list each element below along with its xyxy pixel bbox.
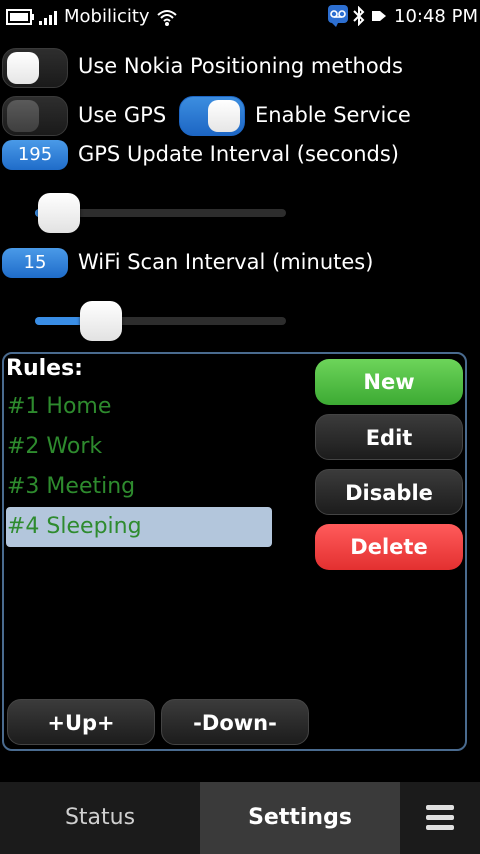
signal-icon bbox=[38, 8, 60, 30]
tab-settings[interactable]: Settings bbox=[200, 782, 400, 854]
gps-interval-label: GPS Update Interval (seconds) bbox=[78, 142, 399, 166]
wifi-interval-label: WiFi Scan Interval (minutes) bbox=[78, 250, 374, 274]
tab-status[interactable]: Status bbox=[0, 782, 200, 854]
rule-item[interactable]: #2 Work bbox=[6, 427, 272, 467]
rule-item[interactable]: #1 Home bbox=[6, 387, 272, 427]
rules-title: Rules: bbox=[6, 356, 83, 381]
toggle-knob bbox=[7, 52, 39, 84]
status-bar: Mobilicity 10:48 PM bbox=[0, 0, 480, 34]
use-gps-toggle[interactable] bbox=[2, 96, 68, 136]
battery-icon bbox=[6, 9, 36, 29]
nokia-positioning-toggle[interactable] bbox=[2, 48, 68, 88]
new-rule-button[interactable]: New bbox=[315, 359, 463, 405]
nokia-positioning-label: Use Nokia Positioning methods bbox=[78, 54, 403, 78]
enable-service-label: Enable Service bbox=[255, 103, 411, 127]
wifi-icon bbox=[156, 7, 178, 31]
menu-icon[interactable] bbox=[426, 805, 454, 831]
wifi-interval-slider[interactable] bbox=[35, 301, 286, 341]
disable-rule-button[interactable]: Disable bbox=[315, 469, 463, 515]
status-time: 10:48 PM bbox=[394, 6, 478, 27]
rule-item-selected[interactable]: #4 Sleeping bbox=[6, 507, 272, 547]
rule-item[interactable]: #3 Meeting bbox=[6, 467, 272, 507]
use-gps-label: Use GPS bbox=[78, 103, 167, 127]
move-down-button[interactable]: -Down- bbox=[161, 699, 309, 745]
gps-interval-value[interactable]: 195 bbox=[2, 140, 68, 170]
toggle-knob bbox=[208, 100, 240, 132]
notification-icon bbox=[370, 7, 388, 29]
bluetooth-icon bbox=[352, 5, 366, 30]
carrier-name: Mobilicity bbox=[64, 6, 150, 27]
edit-rule-button[interactable]: Edit bbox=[315, 414, 463, 460]
voicemail-icon bbox=[328, 5, 348, 31]
slider-thumb[interactable] bbox=[37, 193, 80, 233]
wifi-interval-value[interactable]: 15 bbox=[2, 248, 68, 278]
enable-service-toggle[interactable] bbox=[179, 96, 245, 136]
slider-thumb[interactable] bbox=[80, 301, 123, 341]
gps-interval-slider[interactable] bbox=[35, 193, 286, 233]
toggle-knob bbox=[7, 100, 39, 132]
delete-rule-button[interactable]: Delete bbox=[315, 524, 463, 570]
slider-track bbox=[35, 317, 286, 325]
move-up-button[interactable]: +Up+ bbox=[7, 699, 155, 745]
